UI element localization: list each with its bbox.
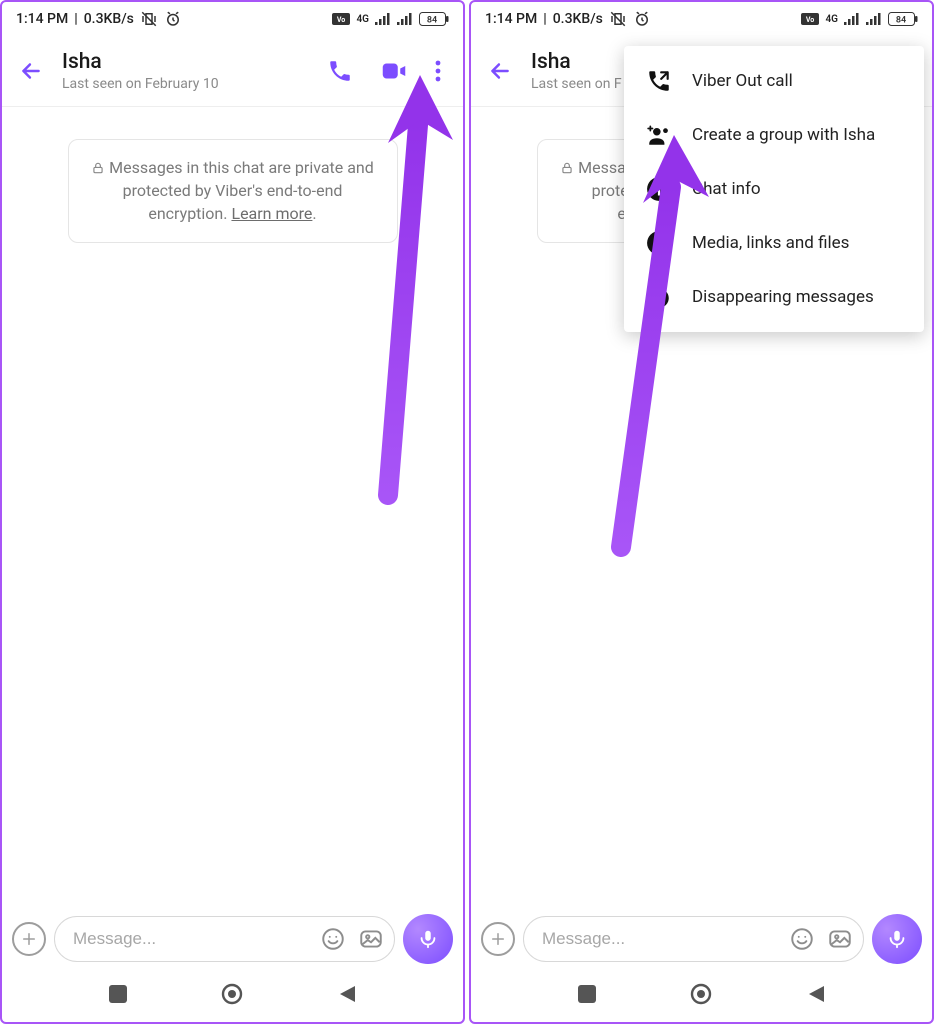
lock-icon xyxy=(560,161,574,175)
nav-home-icon[interactable] xyxy=(690,983,712,1005)
back-icon[interactable] xyxy=(487,58,513,84)
create-group-icon xyxy=(646,122,672,148)
network-4g: 4G xyxy=(356,14,369,25)
more-options-icon[interactable] xyxy=(435,59,441,83)
message-input-wrap xyxy=(523,916,864,962)
timer-icon xyxy=(646,284,672,310)
voice-message-button[interactable] xyxy=(403,914,453,964)
svg-text:Vo: Vo xyxy=(337,16,345,24)
nav-back-icon[interactable] xyxy=(338,984,356,1004)
menu-disappearing-messages[interactable]: Disappearing messages xyxy=(624,270,924,324)
status-bar: 1:14 PM | 0.3KB/s Vo 4G 84 xyxy=(471,2,932,36)
menu-create-group[interactable]: Create a group with Isha xyxy=(624,108,924,162)
volte-icon: Vo xyxy=(801,13,819,25)
svg-text:Vo: Vo xyxy=(806,16,814,24)
menu-media-links-files[interactable]: Media, links and files xyxy=(624,216,924,270)
menu-viber-out-call[interactable]: Viber Out call xyxy=(624,54,924,108)
status-bar: 1:14 PM | 0.3KB/s Vo 4G 84 xyxy=(2,2,463,36)
media-icon xyxy=(646,230,672,256)
viber-out-icon xyxy=(646,68,672,94)
chat-body[interactable]: Messages in this chat are private and pr… xyxy=(2,107,463,906)
message-composer xyxy=(2,906,463,972)
attach-button[interactable] xyxy=(12,922,46,956)
vibrate-icon xyxy=(140,10,158,28)
signal-icon-2 xyxy=(866,13,882,25)
chat-header: Isha Last seen on February 10 xyxy=(2,36,463,106)
attach-button[interactable] xyxy=(481,922,515,956)
status-netspeed: 0.3KB/s xyxy=(84,11,134,27)
nav-home-icon[interactable] xyxy=(221,983,243,1005)
battery-icon: 84 xyxy=(888,12,918,26)
vibrate-icon xyxy=(609,10,627,28)
encryption-notice: Messages in this chat are private and pr… xyxy=(68,139,398,243)
lock-icon xyxy=(91,161,105,175)
contact-name[interactable]: Isha xyxy=(62,50,309,74)
android-nav-bar xyxy=(2,972,463,1022)
voice-message-button[interactable] xyxy=(872,914,922,964)
emoji-icon[interactable] xyxy=(320,926,346,952)
more-options-menu: Viber Out call Create a group with Isha … xyxy=(624,46,924,332)
learn-more-link[interactable]: Learn more xyxy=(231,204,312,223)
status-netspeed: 0.3KB/s xyxy=(553,11,603,27)
alarm-icon xyxy=(633,10,651,28)
audio-call-icon[interactable] xyxy=(327,58,353,84)
emoji-icon[interactable] xyxy=(789,926,815,952)
message-input[interactable] xyxy=(73,929,308,949)
annotation-arrow xyxy=(358,65,458,505)
video-call-icon[interactable] xyxy=(379,56,409,86)
screenshot-after: 1:14 PM | 0.3KB/s Vo 4G 84 Isha Last see… xyxy=(469,0,934,1024)
svg-text:84: 84 xyxy=(896,16,906,26)
message-composer xyxy=(471,906,932,972)
menu-chat-info[interactable]: Chat info xyxy=(624,162,924,216)
android-nav-bar xyxy=(471,972,932,1022)
screenshot-before: 1:14 PM | 0.3KB/s Vo 4G 84 Isha Last see… xyxy=(0,0,465,1024)
nav-back-icon[interactable] xyxy=(807,984,825,1004)
gallery-icon[interactable] xyxy=(358,926,384,952)
gallery-icon[interactable] xyxy=(827,926,853,952)
nav-recents-icon[interactable] xyxy=(109,985,127,1003)
battery-icon: 84 xyxy=(419,12,449,26)
nav-recents-icon[interactable] xyxy=(578,985,596,1003)
message-input[interactable] xyxy=(542,929,777,949)
back-icon[interactable] xyxy=(18,58,44,84)
alarm-icon xyxy=(164,10,182,28)
signal-icon-2 xyxy=(397,13,413,25)
last-seen-text: Last seen on February 10 xyxy=(62,76,309,92)
status-time: 1:14 PM xyxy=(485,11,537,27)
network-4g: 4G xyxy=(825,14,838,25)
volte-icon: Vo xyxy=(332,13,350,25)
svg-text:84: 84 xyxy=(427,16,437,26)
signal-icon-1 xyxy=(375,13,391,25)
status-time: 1:14 PM xyxy=(16,11,68,27)
info-icon xyxy=(646,176,672,202)
signal-icon-1 xyxy=(844,13,860,25)
message-input-wrap xyxy=(54,916,395,962)
